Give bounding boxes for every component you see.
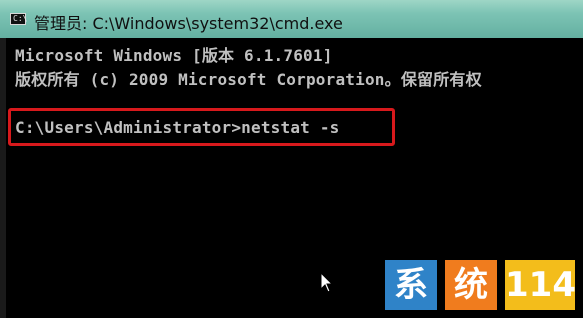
site-logo: 系 统 114	[385, 260, 576, 310]
console-line: Microsoft Windows [版本 6.1.7601]	[15, 46, 333, 65]
logo-char-2: 统	[445, 260, 497, 310]
cmd-window: C:\ 管理员: C:\Windows\system32\cmd.exe Mic…	[0, 0, 583, 318]
cmd-icon: C:\	[10, 13, 28, 25]
logo-char-1: 系	[385, 260, 437, 310]
title-bar[interactable]: C:\ 管理员: C:\Windows\system32\cmd.exe	[0, 0, 583, 39]
window-title: 管理员: C:\Windows\system32\cmd.exe	[34, 14, 343, 33]
cmd-icon-label: C:\	[13, 14, 28, 23]
logo-number: 114	[505, 260, 576, 310]
console-line: 版权所有 (c) 2009 Microsoft Corporation。保留所有…	[15, 70, 482, 89]
mouse-pointer-icon	[320, 272, 334, 293]
command-highlight-box	[8, 108, 395, 146]
